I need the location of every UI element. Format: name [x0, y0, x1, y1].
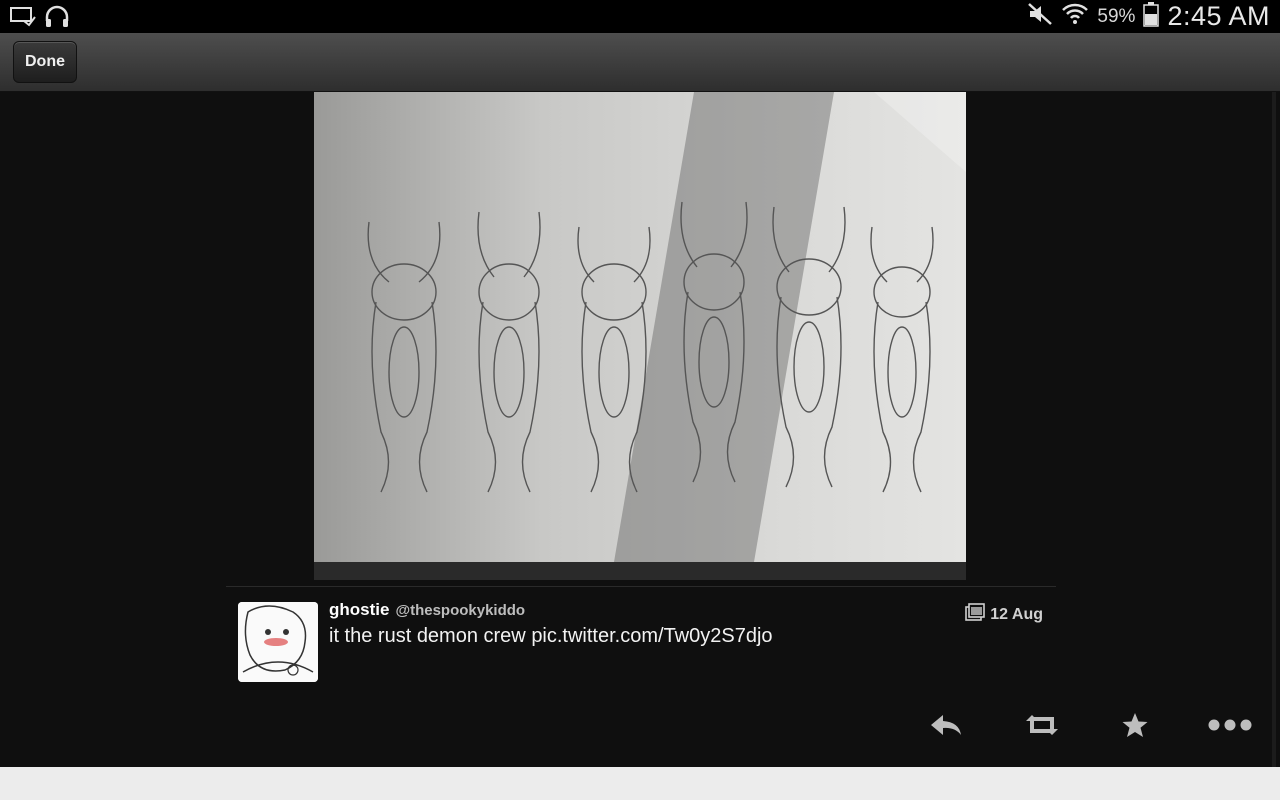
reply-button[interactable]	[928, 712, 964, 742]
reply-icon	[929, 712, 963, 743]
status-bar: 59% 2:45 AM	[0, 0, 1280, 33]
battery-percent: 59%	[1097, 5, 1136, 27]
favorite-star-icon	[1121, 712, 1149, 743]
tweet-date: 12 Aug	[990, 605, 1043, 623]
mute-icon	[1027, 2, 1053, 31]
favorite-button[interactable]	[1120, 712, 1150, 742]
avatar-drawing	[238, 602, 318, 682]
scrollbar-edge	[1272, 92, 1276, 767]
tweet-photo[interactable]	[314, 92, 966, 580]
tweet-actions	[0, 712, 1280, 742]
drawing-photo	[314, 92, 966, 580]
bottom-bar	[0, 767, 1280, 800]
tweet-text: it the rust demon crew pic.twitter.com/T…	[329, 625, 773, 648]
display-name[interactable]: ghostie	[329, 600, 389, 620]
tweet-meta: 12 Aug	[965, 603, 1043, 626]
tweet-link[interactable]: pic.twitter.com/Tw0y2S7djo	[531, 625, 772, 647]
image-gallery-icon	[965, 603, 986, 626]
done-button[interactable]: Done	[13, 41, 77, 83]
toolbar: Done	[0, 33, 1280, 92]
status-right: 59% 2:45 AM	[1027, 0, 1270, 33]
headphones-icon	[44, 5, 70, 34]
tweet-author: ghostie @thespookykiddo	[329, 600, 525, 620]
battery-icon	[1143, 1, 1160, 32]
wifi-icon	[1061, 1, 1089, 32]
more-button[interactable]	[1208, 712, 1252, 742]
user-handle[interactable]: @thespookykiddo	[395, 602, 525, 619]
retweet-icon	[1022, 712, 1062, 743]
more-dots-icon	[1208, 718, 1252, 737]
cast-screen-icon	[10, 5, 36, 34]
tweet-detail: ghostie @thespookykiddo 12 Aug it the ru…	[0, 92, 1280, 767]
status-left	[10, 5, 70, 34]
avatar[interactable]	[238, 602, 318, 682]
clock: 2:45 AM	[1167, 1, 1270, 31]
divider	[226, 586, 1056, 587]
retweet-button[interactable]	[1022, 712, 1062, 742]
tweet-text-body: it the rust demon crew	[329, 625, 532, 647]
